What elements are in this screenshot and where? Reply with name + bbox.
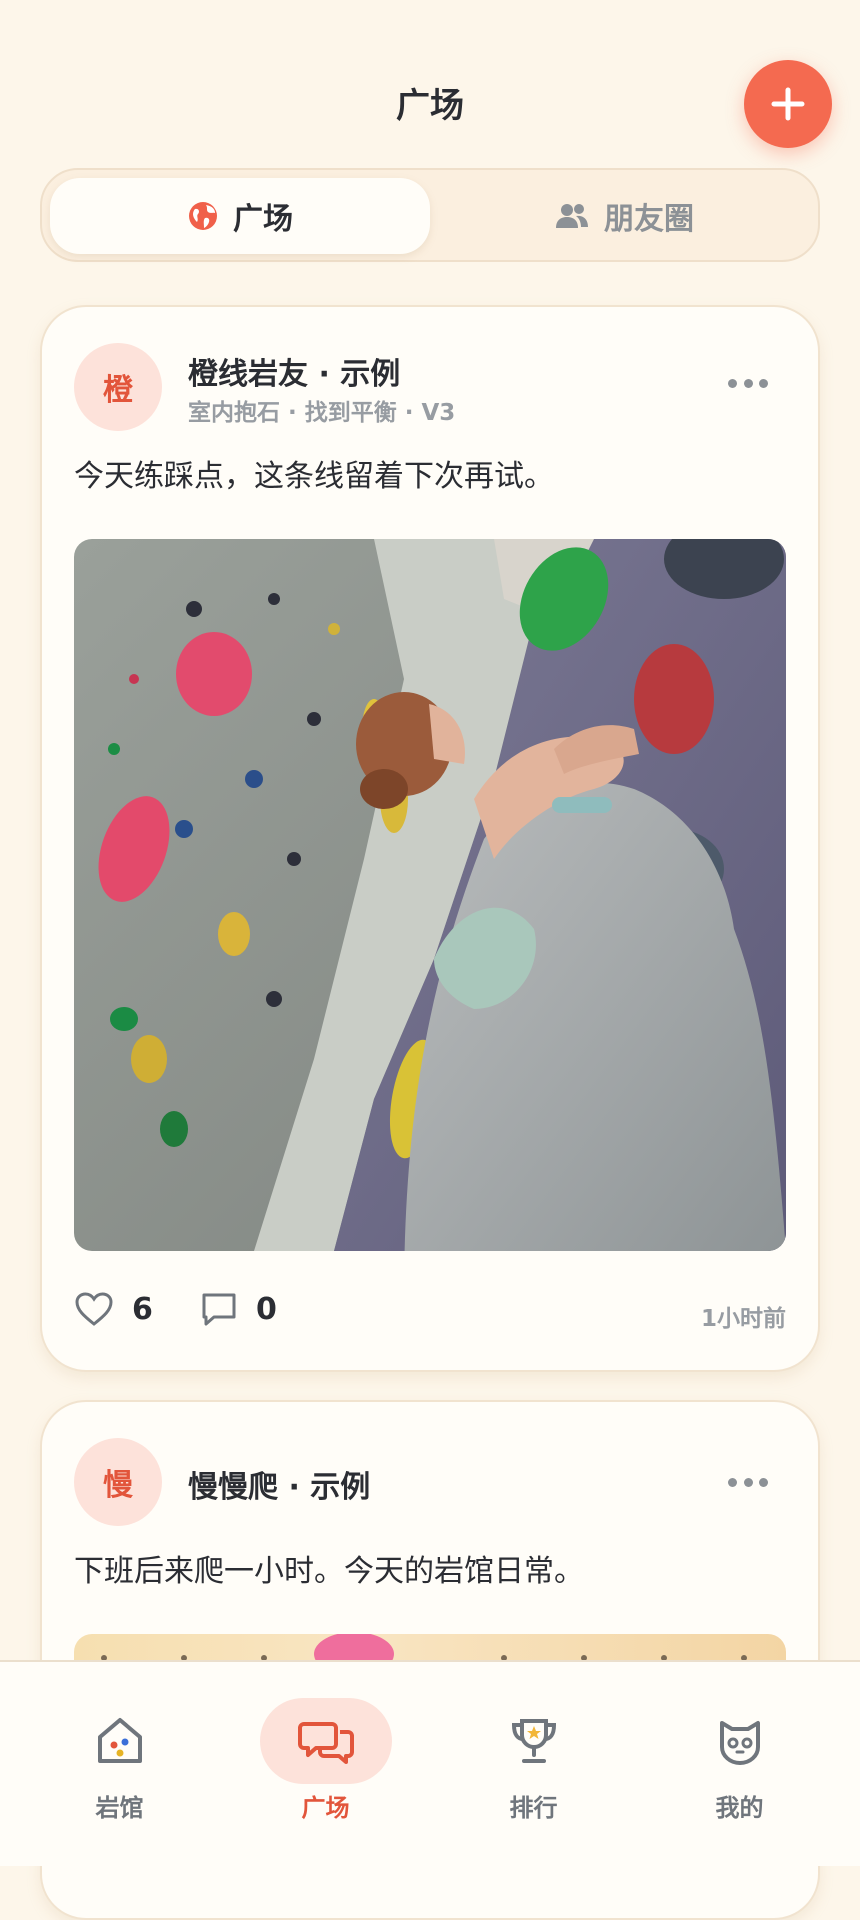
like-button[interactable]: 6: [74, 1291, 153, 1327]
bottom-tab-bar: 岩馆 广场 排行 我的: [0, 1660, 860, 1866]
heart-icon: [75, 1292, 113, 1326]
post-photo[interactable]: [74, 539, 786, 1251]
trophy-icon: [511, 1719, 556, 1763]
tab-profile-label: 我的: [715, 1794, 764, 1822]
post-actions: 6 0 1小时前: [74, 1285, 786, 1345]
comment-button[interactable]: 0: [200, 1291, 277, 1327]
tab-ranking-label: 排行: [509, 1794, 558, 1822]
tab-ranking[interactable]: 排行: [426, 1662, 641, 1866]
post-card: 橙 橙线岩友 · 示例 室内抱石 · 找到平衡 · V3 今天练踩点，这条线留着…: [40, 305, 820, 1372]
plus-icon: [771, 87, 805, 121]
post-author[interactable]: 橙线岩友 · 示例: [188, 349, 400, 393]
tab-plaza-bottom-label: 广场: [301, 1794, 350, 1822]
post-text: 今天练踩点，这条线留着下次再试。: [74, 459, 554, 494]
tab-friends[interactable]: 朋友圈: [434, 178, 814, 254]
tab-profile[interactable]: 我的: [632, 1662, 847, 1866]
more-options-button[interactable]: [728, 1474, 768, 1490]
cat-face-icon: [719, 1721, 760, 1765]
post-meta: 室内抱石 · 找到平衡 · V3: [188, 400, 456, 426]
avatar[interactable]: 橙: [74, 343, 162, 431]
tab-friends-label: 朋友圈: [604, 202, 694, 237]
post-text: 下班后来爬一小时。今天的岩馆日常。: [74, 1554, 584, 1589]
tab-gyms[interactable]: 岩馆: [12, 1662, 227, 1866]
gym-house-icon: [97, 1718, 142, 1763]
comment-icon: [202, 1293, 236, 1326]
tab-gyms-label: 岩馆: [95, 1794, 144, 1822]
post-time: 1小时前: [700, 1306, 786, 1332]
feed-segmented-control: 广场 朋友圈: [40, 168, 820, 262]
avatar[interactable]: 慢: [74, 1438, 162, 1526]
comment-count: 0: [256, 1291, 277, 1327]
more-options-button[interactable]: [728, 375, 768, 391]
add-post-button[interactable]: [744, 60, 832, 148]
globe-icon: [189, 202, 217, 230]
page-title: 广场: [396, 86, 464, 126]
users-icon: [556, 204, 588, 228]
post-author[interactable]: 慢慢爬 · 示例: [188, 1462, 370, 1506]
tab-plaza[interactable]: 广场: [50, 178, 430, 254]
chat-bubbles-icon: [297, 1722, 354, 1764]
climbing-photo: [74, 539, 786, 1251]
like-count: 6: [132, 1291, 153, 1327]
tab-plaza-bottom[interactable]: 广场: [218, 1662, 433, 1866]
top-header: 广场: [0, 0, 860, 170]
tab-plaza-label: 广场: [233, 202, 293, 237]
